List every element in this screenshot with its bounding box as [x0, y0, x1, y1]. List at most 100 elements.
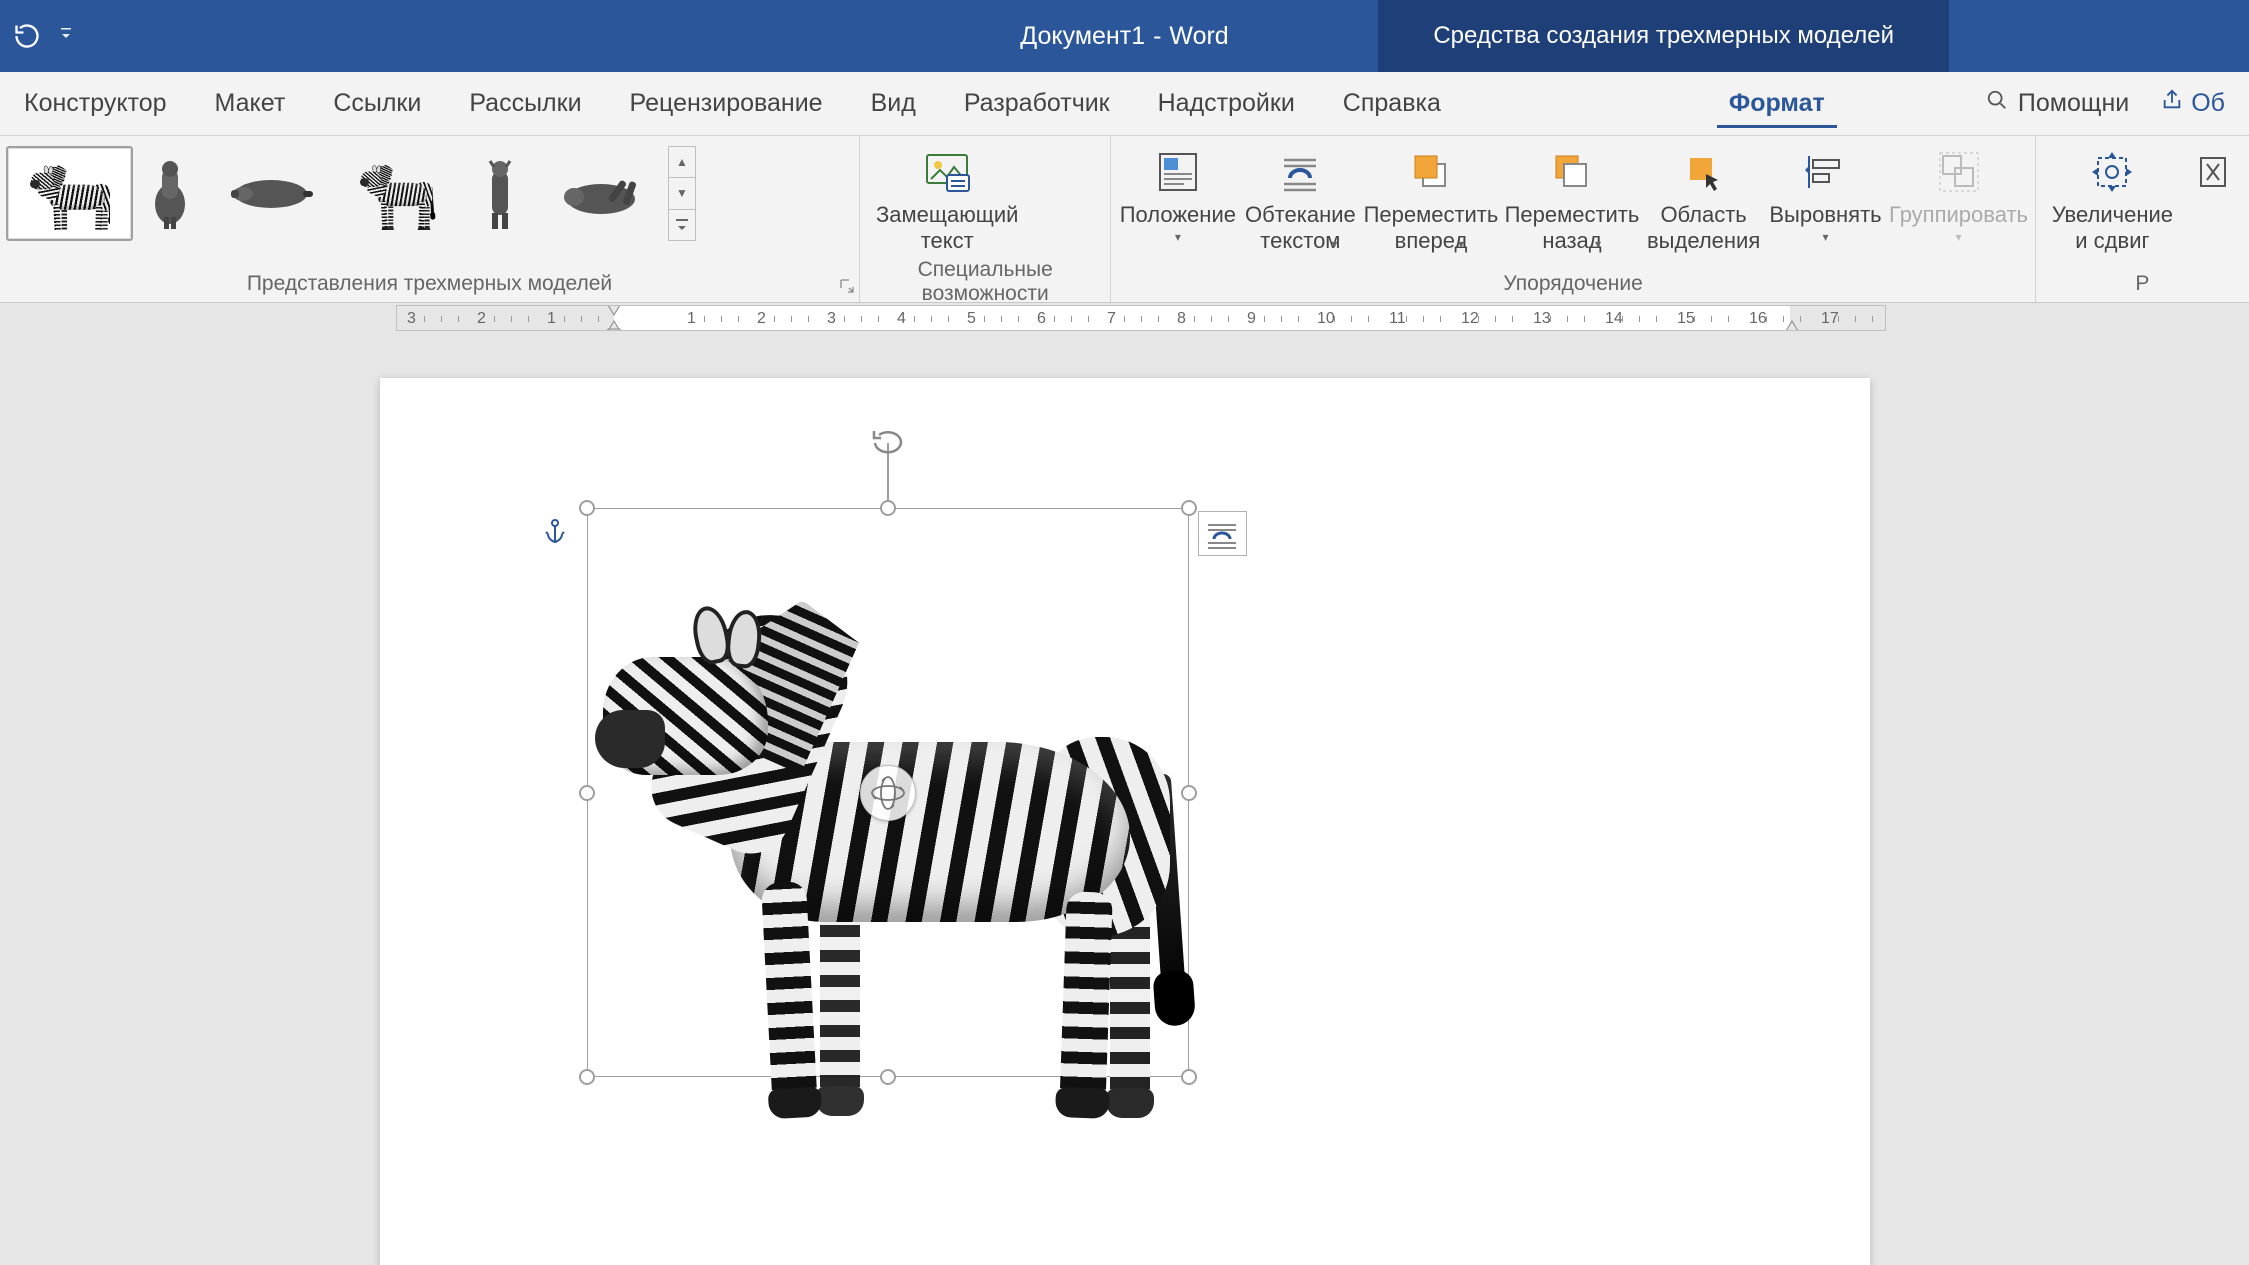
repeat-icon[interactable] [12, 21, 42, 51]
tab-layout[interactable]: Макет [191, 72, 310, 136]
document-page[interactable] [380, 378, 1870, 1265]
gallery-scroll-up[interactable]: ▲ [669, 147, 695, 178]
left-indent-marker[interactable] [607, 318, 621, 331]
quick-access-toolbar [0, 21, 72, 51]
search-icon [1986, 89, 2008, 118]
resize-handle-tr[interactable] [1181, 500, 1197, 516]
chevron-down-icon: ▾ [1458, 237, 1464, 251]
dialog-launcher-views[interactable] [839, 278, 855, 294]
ribbon-group-label-views: Представления трехмерных моделей [6, 269, 853, 302]
share-button-label: Об [2191, 89, 2225, 118]
3d-view-thumb-1[interactable] [6, 146, 133, 241]
ribbon: ▲ ▼ Представления трехмерных моделей Зам… [0, 136, 2249, 303]
ruler-number: 10 [1317, 310, 1335, 328]
tell-me-search[interactable]: Помощни [1966, 89, 2149, 118]
chevron-down-icon: ▾ [1955, 230, 1961, 244]
bring-forward-button[interactable]: Переместить вперед ▾ [1362, 140, 1499, 251]
selected-3d-model[interactable] [587, 508, 1189, 1077]
ruler-number: 6 [1037, 310, 1046, 328]
app-name: Word [1169, 22, 1228, 50]
document-scroll-area[interactable] [0, 333, 2249, 1265]
ruler-number: 8 [1177, 310, 1186, 328]
tab-format[interactable]: Формат [1705, 72, 1849, 136]
resize-handle-tm[interactable] [880, 500, 896, 516]
document-name: Документ1 [1020, 22, 1145, 50]
resize-handle-bm[interactable] [880, 1069, 896, 1085]
ruler-number: 14 [1605, 310, 1623, 328]
ruler-number: 2 [757, 310, 766, 328]
gallery-more-button[interactable] [669, 210, 695, 240]
alt-text-icon [921, 146, 973, 198]
position-button[interactable]: Положение ▾ [1117, 140, 1238, 244]
tab-references[interactable]: Ссылки [309, 72, 445, 136]
tab-mailings[interactable]: Рассылки [445, 72, 605, 136]
tab-view[interactable]: Вид [847, 72, 940, 136]
first-line-indent-marker[interactable] [607, 305, 621, 316]
share-button[interactable]: Об [2149, 89, 2237, 118]
wrap-text-icon [1274, 146, 1326, 198]
ruler-number: 3 [407, 310, 416, 328]
group-icon [1933, 146, 1985, 198]
tab-review[interactable]: Рецензирование [606, 72, 847, 136]
align-label: Выровнять [1769, 202, 1881, 228]
3d-views-gallery: ▲ ▼ [6, 140, 696, 241]
3d-orbit-control[interactable] [860, 765, 916, 821]
ribbon-group-arrange: Положение ▾ Обтекание текстом ▾ Перемест… [1111, 136, 2035, 302]
ruler-number: 4 [897, 310, 906, 328]
selection-pane-icon [1678, 146, 1730, 198]
3d-view-thumb-3[interactable] [207, 146, 334, 241]
tab-addins[interactable]: Надстройки [1134, 72, 1319, 136]
horizontal-ruler[interactable]: 3211234567891011121314151617 [396, 305, 1886, 331]
align-button[interactable]: Выровнять ▾ [1767, 140, 1884, 244]
resize-handle-ml[interactable] [579, 785, 595, 801]
bring-forward-icon [1405, 146, 1457, 198]
send-backward-button[interactable]: Переместить назад ▾ [1503, 140, 1640, 251]
ribbon-group-label-accessibility: Специальные возможности [866, 255, 1104, 312]
gallery-scrollbar: ▲ ▼ [668, 146, 696, 241]
ruler-number: 2 [477, 310, 486, 328]
layout-options-button[interactable] [1198, 511, 1247, 556]
gallery-scroll-down[interactable]: ▼ [669, 178, 695, 209]
3d-view-thumb-2[interactable] [135, 146, 205, 241]
position-label: Положение [1120, 202, 1236, 228]
3d-view-thumb-5[interactable] [465, 146, 535, 241]
ruler-number: 3 [827, 310, 836, 328]
resize-handle-mr[interactable] [1181, 785, 1197, 801]
pan-zoom-label: Увеличение и сдвиг [2052, 202, 2173, 255]
position-icon [1152, 146, 1204, 198]
tab-help[interactable]: Справка [1319, 72, 1465, 136]
selection-pane-button[interactable]: Область выделения [1644, 140, 1762, 255]
resize-handle-bl[interactable] [579, 1069, 595, 1085]
ruler-number: 1 [547, 310, 556, 328]
reset-icon [2189, 146, 2241, 198]
ruler-number: 11 [1389, 310, 1406, 328]
3d-view-thumb-4[interactable] [336, 146, 463, 241]
ribbon-group-size: Увеличение и сдвиг Р [2036, 136, 2249, 302]
rotate-handle[interactable] [869, 428, 907, 458]
tab-developer[interactable]: Разработчик [940, 72, 1134, 136]
anchor-icon [543, 518, 567, 551]
chevron-down-icon: ▾ [1822, 230, 1828, 244]
3d-view-thumb-6[interactable] [537, 146, 664, 241]
ruler-area: 3211234567891011121314151617 [0, 303, 2249, 333]
ruler-number: 16 [1749, 310, 1767, 328]
ruler-number: 7 [1107, 310, 1116, 328]
ruler-number: 9 [1247, 310, 1256, 328]
ribbon-group-accessibility: Замещающий текст Специальные возможности [860, 136, 1111, 302]
reset-button-partial[interactable] [2187, 140, 2243, 202]
ruler-number: 13 [1533, 310, 1551, 328]
qat-customize-dropdown[interactable] [60, 26, 72, 47]
right-indent-marker[interactable] [1785, 320, 1799, 331]
wrap-text-button[interactable]: Обтекание текстом ▾ [1242, 140, 1358, 251]
share-icon [2161, 89, 2183, 118]
resize-handle-tl[interactable] [579, 500, 595, 516]
ribbon-group-3d-views: ▲ ▼ Представления трехмерных моделей [0, 136, 860, 302]
pan-zoom-button[interactable]: Увеличение и сдвиг [2042, 140, 2183, 255]
ribbon-group-label-size: Р [2042, 269, 2243, 302]
chevron-down-icon: ▾ [1595, 237, 1601, 251]
send-backward-label: Переместить назад [1505, 202, 1640, 255]
resize-handle-br[interactable] [1181, 1069, 1197, 1085]
tab-designer[interactable]: Конструктор [0, 72, 191, 136]
ribbon-group-label-arrange: Упорядочение [1117, 269, 2028, 302]
alt-text-button[interactable]: Замещающий текст [866, 140, 1028, 255]
